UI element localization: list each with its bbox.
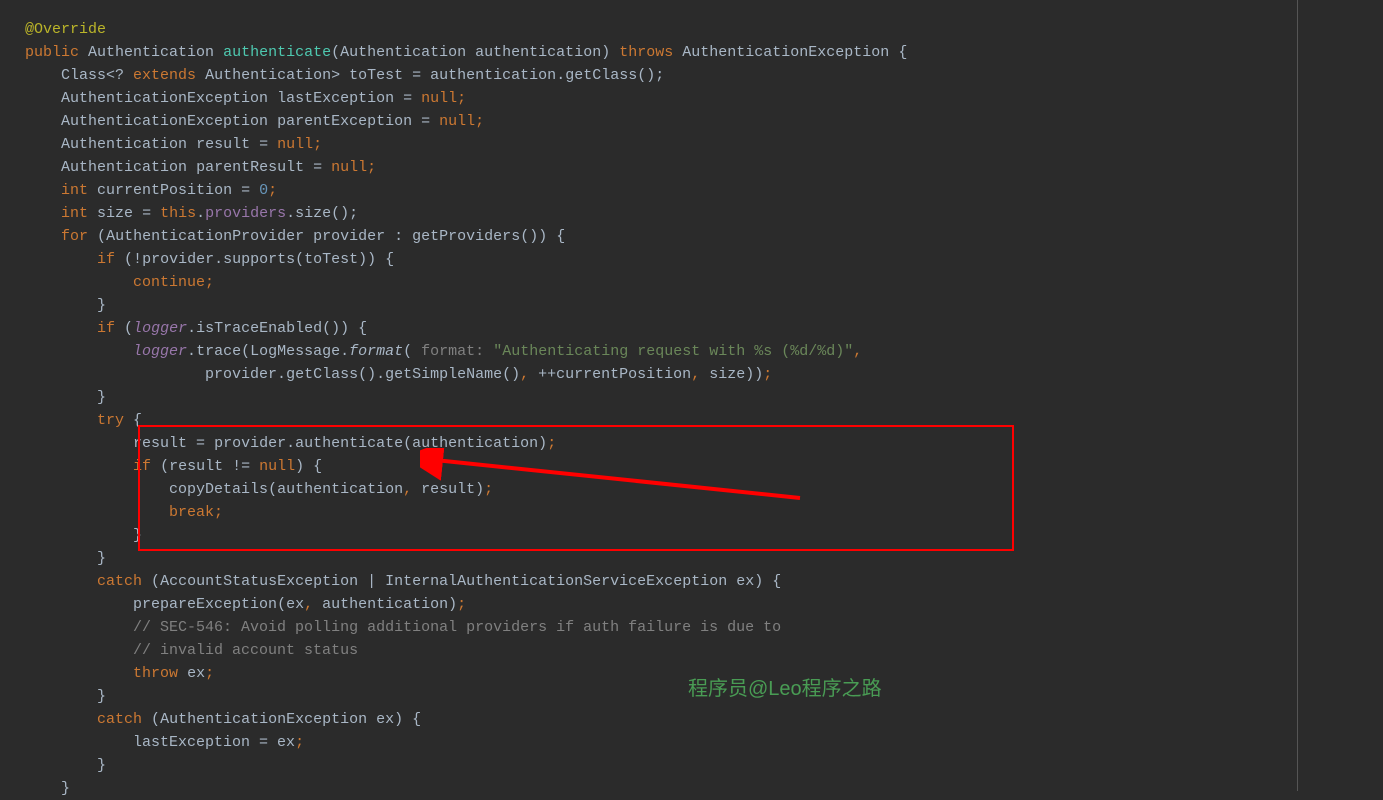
line-close3: } [25,524,1298,547]
line-trace-args: provider.getClass().getSimpleName(), ++c… [25,363,1298,386]
line-result: Authentication result = null; [25,133,1298,156]
line-prepare: prepareException(ex, authentication); [25,593,1298,616]
line-close2: } [25,386,1298,409]
line-close6: } [25,754,1298,777]
line-lastex-assign: lastException = ex; [25,731,1298,754]
line-if-trace: if (logger.isTraceEnabled()) { [25,317,1298,340]
line-close4: } [25,547,1298,570]
line-trace: logger.trace(LogMessage.format( format: … [25,340,1298,363]
line-result-auth: result = provider.authenticate(authentic… [25,432,1298,455]
watermark-text: 程序员@Leo程序之路 [688,678,882,701]
line-copydetails: copyDetails(authentication, result); [25,478,1298,501]
line-try: try { [25,409,1298,432]
line-comment1: // SEC-546: Avoid polling additional pro… [25,616,1298,639]
line-currentposition: int currentPosition = 0; [25,179,1298,202]
line-break: break; [25,501,1298,524]
line-if-result: if (result != null) { [25,455,1298,478]
editor-margin-divider [1297,0,1298,791]
line-comment2: // invalid account status [25,639,1298,662]
line-throw: throw ex; [25,662,1298,685]
line-parentresult: Authentication parentResult = null; [25,156,1298,179]
line-close5: } [25,685,1298,708]
line-close7: } [25,777,1298,800]
line-for: for (AuthenticationProvider provider : g… [25,225,1298,248]
line-catch2: catch (AuthenticationException ex) { [25,708,1298,731]
line-parentexception: AuthenticationException parentException … [25,110,1298,133]
line-annotation: @Override [25,18,1298,41]
line-totest: Class<? extends Authentication> toTest =… [25,64,1298,87]
line-method-signature: public Authentication authenticate(Authe… [25,41,1298,64]
line-catch1: catch (AccountStatusException | Internal… [25,570,1298,593]
line-continue: continue; [25,271,1298,294]
line-close1: } [25,294,1298,317]
line-lastexception: AuthenticationException lastException = … [25,87,1298,110]
line-size: int size = this.providers.size(); [25,202,1298,225]
code-editor[interactable]: @Overridepublic Authentication authentic… [0,0,1298,791]
line-if-supports: if (!provider.supports(toTest)) { [25,248,1298,271]
